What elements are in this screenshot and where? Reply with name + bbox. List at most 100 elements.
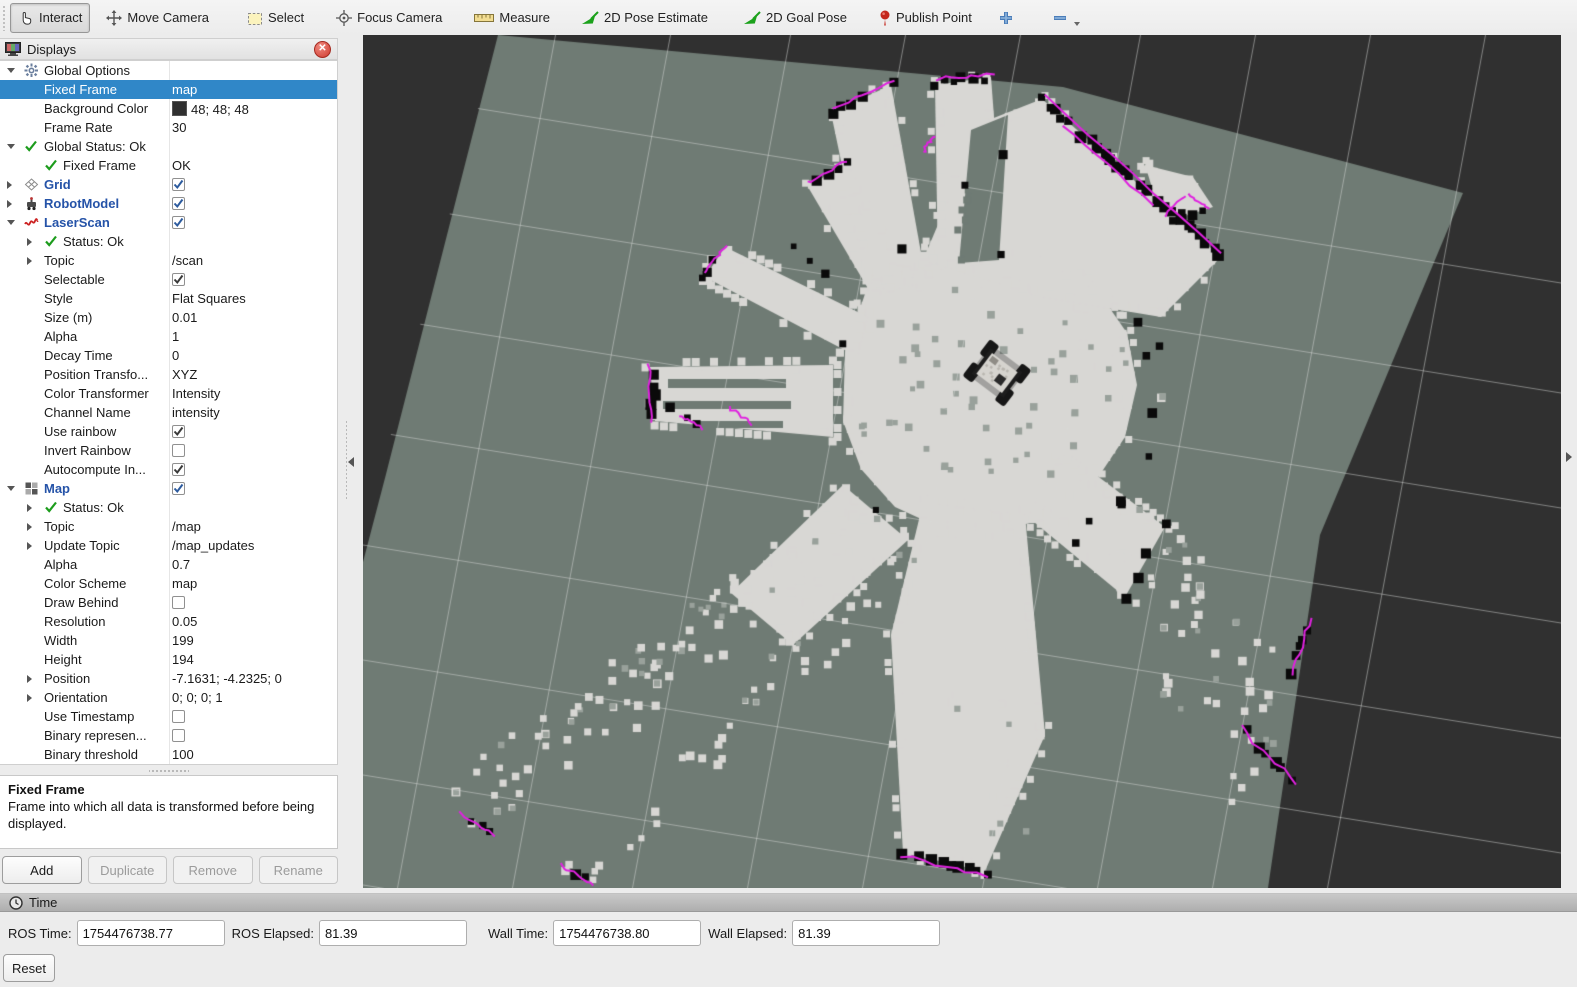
property-value[interactable]: Intensity	[172, 386, 220, 401]
displays-panel-header[interactable]: Displays ✕	[0, 38, 338, 60]
tree-row-robotmodel[interactable]: RobotModel	[0, 194, 337, 213]
property-value[interactable]: 0	[172, 348, 179, 363]
chevron-right-icon[interactable]	[7, 181, 12, 189]
tree-row-color-transformer[interactable]: Color TransformerIntensity	[0, 384, 337, 403]
render-canvas[interactable]	[363, 35, 1561, 888]
tree-row-selectable[interactable]: Selectable	[0, 270, 337, 289]
checkbox-unchecked[interactable]	[172, 710, 185, 723]
chevron-down-icon[interactable]	[7, 220, 15, 225]
tree-row-laserscan[interactable]: LaserScan	[0, 213, 337, 232]
tree-row-position[interactable]: Position-7.1631; -4.2325; 0	[0, 669, 337, 688]
tree-row-draw-behind[interactable]: Draw Behind	[0, 593, 337, 612]
tree-row-map[interactable]: Map	[0, 479, 337, 498]
chevron-down-icon[interactable]	[7, 144, 15, 149]
tree-row-channel-name[interactable]: Channel Nameintensity	[0, 403, 337, 422]
property-value[interactable]: -7.1631; -4.2325; 0	[172, 671, 282, 686]
tool-select[interactable]: Select	[239, 3, 312, 33]
tree-row-global-options[interactable]: Global Options	[0, 61, 337, 80]
property-value[interactable]: /scan	[172, 253, 203, 268]
checkbox-unchecked[interactable]	[172, 596, 185, 609]
checkbox-checked[interactable]	[172, 197, 185, 210]
property-value[interactable]: 0.01	[172, 310, 197, 325]
tree-row-size-m-[interactable]: Size (m)0.01	[0, 308, 337, 327]
chevron-down-icon[interactable]	[7, 486, 15, 491]
checkbox-checked[interactable]	[172, 178, 185, 191]
checkbox-checked[interactable]	[172, 463, 185, 476]
tree-row-decay-time[interactable]: Decay Time0	[0, 346, 337, 365]
chevron-down-icon[interactable]	[7, 68, 15, 73]
checkbox-checked[interactable]	[172, 482, 185, 495]
right-splitter[interactable]	[1561, 35, 1577, 888]
tree-row-invert-rainbow[interactable]: Invert Rainbow	[0, 441, 337, 460]
toolbar-grip[interactable]	[2, 5, 7, 31]
tree-row-position-transfo-[interactable]: Position Transfo...XYZ	[0, 365, 337, 384]
property-value[interactable]: 194	[172, 652, 194, 667]
property-value[interactable]: XYZ	[172, 367, 197, 382]
tool-plus-icon[interactable]	[992, 3, 1020, 33]
checkbox-checked[interactable]	[172, 425, 185, 438]
left-splitter[interactable]	[339, 35, 363, 888]
tree-row-status-ok[interactable]: Status: Ok	[0, 498, 337, 517]
collapse-right-icon[interactable]	[1566, 452, 1572, 462]
tree-row-global-status-ok[interactable]: Global Status: Ok	[0, 137, 337, 156]
property-value[interactable]: Flat Squares	[172, 291, 246, 306]
tree-row-height[interactable]: Height194	[0, 650, 337, 669]
property-value[interactable]: 0; 0; 0; 1	[172, 690, 223, 705]
property-value[interactable]: 30	[172, 120, 186, 135]
property-value[interactable]: 48; 48; 48	[172, 101, 249, 117]
tree-row-alpha[interactable]: Alpha1	[0, 327, 337, 346]
time-panel-header[interactable]: Time	[0, 893, 1577, 912]
tree-row-alpha[interactable]: Alpha0.7	[0, 555, 337, 574]
ros-time-input[interactable]	[77, 920, 225, 946]
3d-viewport[interactable]	[363, 35, 1561, 888]
tree-row-binary-represen-[interactable]: Binary represen...	[0, 726, 337, 745]
tree-row-width[interactable]: Width199	[0, 631, 337, 650]
tree-row-fixed-frame[interactable]: Fixed FrameOK	[0, 156, 337, 175]
tool-interact[interactable]: Interact	[10, 3, 90, 33]
close-icon[interactable]: ✕	[314, 41, 331, 58]
tree-row-topic[interactable]: Topic/scan	[0, 251, 337, 270]
checkbox-unchecked[interactable]	[172, 444, 185, 457]
reset-button[interactable]: Reset	[3, 954, 55, 982]
tree-row-color-scheme[interactable]: Color Schememap	[0, 574, 337, 593]
checkbox-unchecked[interactable]	[172, 729, 185, 742]
chevron-right-icon[interactable]	[27, 542, 32, 550]
property-value[interactable]: OK	[172, 158, 191, 173]
property-value[interactable]: map	[172, 82, 197, 97]
tool-publish-point[interactable]: Publish Point	[871, 3, 980, 33]
property-value[interactable]: /map	[172, 519, 201, 534]
property-value[interactable]: 1	[172, 329, 179, 344]
chevron-right-icon[interactable]	[27, 504, 32, 512]
chevron-right-icon[interactable]	[27, 257, 32, 265]
dropdown-caret-icon[interactable]	[1074, 22, 1080, 26]
property-value[interactable]: 199	[172, 633, 194, 648]
wall-elapsed-input[interactable]	[792, 920, 940, 946]
property-value[interactable]: /map_updates	[172, 538, 254, 553]
tree-row-update-topic[interactable]: Update Topic/map_updates	[0, 536, 337, 555]
tool-measure[interactable]: Measure	[466, 3, 558, 33]
tree-row-frame-rate[interactable]: Frame Rate30	[0, 118, 337, 137]
chevron-right-icon[interactable]	[27, 238, 32, 246]
tool-move-camera[interactable]: Move Camera	[98, 3, 217, 33]
chevron-right-icon[interactable]	[27, 523, 32, 531]
tree-row-orientation[interactable]: Orientation0; 0; 0; 1	[0, 688, 337, 707]
ros-elapsed-input[interactable]	[319, 920, 467, 946]
panel-horizontal-splitter[interactable]	[149, 768, 189, 773]
tool-focus-camera[interactable]: Focus Camera	[328, 3, 450, 33]
property-value[interactable]: 0.7	[172, 557, 190, 572]
tree-row-topic[interactable]: Topic/map	[0, 517, 337, 536]
add-button[interactable]: Add	[2, 856, 82, 884]
chevron-right-icon[interactable]	[27, 694, 32, 702]
tree-row-status-ok[interactable]: Status: Ok	[0, 232, 337, 251]
tree-row-grid[interactable]: Grid	[0, 175, 337, 194]
checkbox-checked[interactable]	[172, 216, 185, 229]
tree-row-fixed-frame[interactable]: Fixed Framemap	[0, 80, 337, 99]
chevron-right-icon[interactable]	[7, 200, 12, 208]
tree-row-binary-threshold[interactable]: Binary threshold100	[0, 745, 337, 764]
tree-row-autocompute-in-[interactable]: Autocompute In...	[0, 460, 337, 479]
tree-row-resolution[interactable]: Resolution0.05	[0, 612, 337, 631]
property-value[interactable]: 100	[172, 747, 194, 762]
tree-row-use-rainbow[interactable]: Use rainbow	[0, 422, 337, 441]
collapse-left-icon[interactable]	[348, 457, 354, 467]
tool-2d-pose-estimate[interactable]: 2D Pose Estimate	[574, 3, 716, 33]
